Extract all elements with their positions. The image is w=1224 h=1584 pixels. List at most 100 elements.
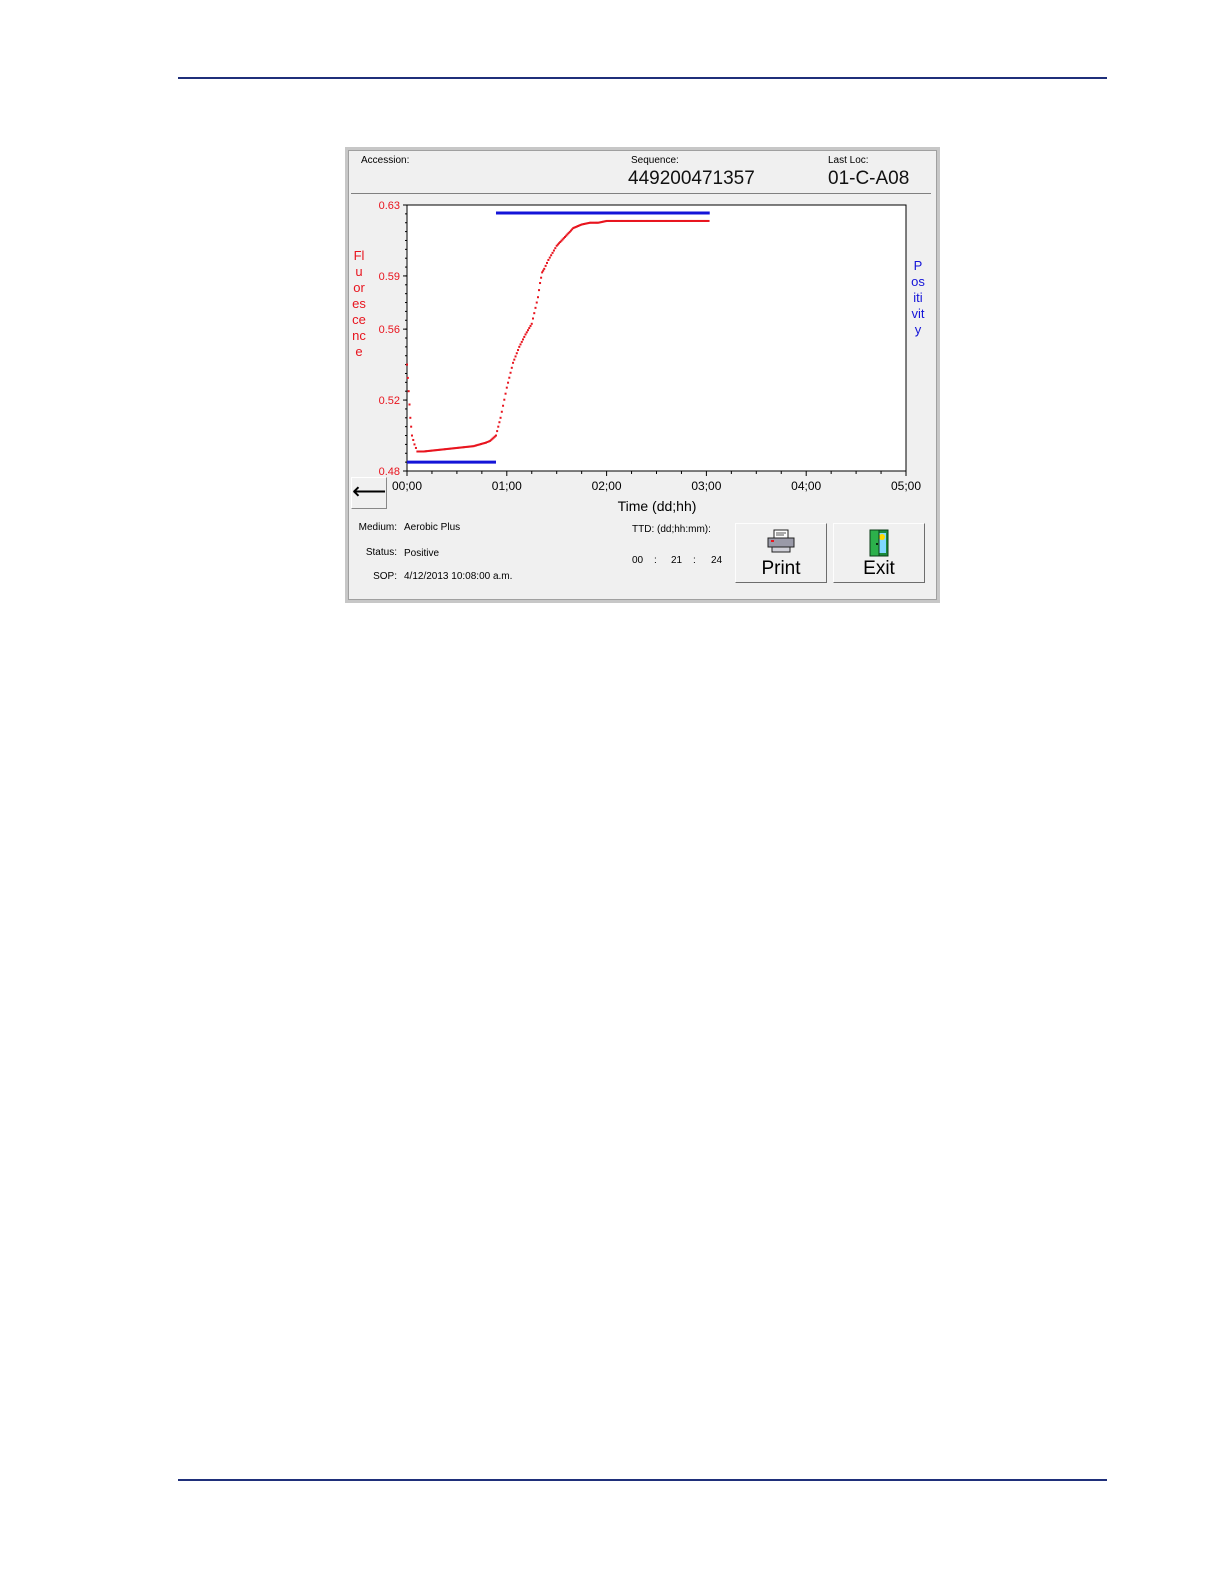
- fluorescence-point: [529, 324, 532, 327]
- fluorescence-point: [534, 306, 537, 309]
- fluorescence-point: [407, 390, 410, 393]
- fluorescence-point: [519, 343, 522, 346]
- x-tick-label: 04;00: [791, 479, 821, 493]
- fluorescence-point: [515, 352, 518, 355]
- exit-button[interactable]: Exit: [833, 523, 925, 583]
- ttd-label: TTD: (dd;hh:mm):: [632, 524, 711, 535]
- last-loc-label: Last Loc:: [828, 155, 869, 166]
- fluorescence-point: [551, 251, 554, 254]
- sequence-label: Sequence:: [631, 155, 679, 166]
- medium-label: Medium:: [358, 522, 397, 533]
- fluorescence-point: [540, 276, 543, 279]
- page-top-rule: [178, 77, 1107, 79]
- ttd-hours: 21: [671, 555, 683, 566]
- fluorescence-point: [524, 333, 527, 336]
- fluorescence-point: [494, 434, 497, 437]
- fluorescence-point: [412, 438, 415, 441]
- fluorescence-point: [545, 261, 548, 264]
- x-tick-label: 05;00: [891, 479, 921, 493]
- fluorescence-point: [497, 425, 500, 428]
- fluorescence-point: [507, 381, 510, 384]
- status-label: Status:: [365, 547, 397, 558]
- fluorescence-point: [504, 392, 507, 395]
- fluorescence-point: [410, 425, 413, 428]
- fluorescence-point: [517, 349, 520, 352]
- fluorescence-point: [528, 327, 531, 330]
- fluorescence-point: [548, 256, 551, 259]
- fluorescence-point: [533, 312, 536, 315]
- fluorescence-point: [406, 376, 409, 379]
- fluorescence-point: [522, 338, 525, 341]
- fluorescence-point: [514, 355, 517, 358]
- fluorescence-point: [406, 363, 408, 366]
- fluorescence-point: [539, 282, 542, 285]
- fluorescence-point: [543, 267, 546, 270]
- last-loc-value: 01-C-A08: [828, 168, 910, 189]
- y-tick-label: 0.59: [379, 271, 400, 283]
- accession-label: Accession:: [361, 155, 410, 166]
- fluorescence-point: [508, 376, 511, 379]
- fluorescence-point: [498, 421, 501, 424]
- fluorescence-point: [552, 249, 555, 252]
- x-tick-label: 00;00: [392, 479, 422, 493]
- printer-icon: [767, 529, 795, 553]
- fluorescence-point: [542, 269, 545, 272]
- fluorescence-point: [413, 443, 416, 446]
- ttd-minutes: 24: [711, 555, 723, 566]
- x-ticks: 00;00 01;00 02;00 03;00 04;00 05;00: [392, 471, 921, 493]
- medium-value: Aerobic Plus: [404, 522, 461, 533]
- fluorescence-point: [414, 446, 417, 449]
- fluorescence-point: [408, 403, 411, 406]
- fluorescence-point: [499, 416, 502, 419]
- fluorescence-point: [496, 430, 499, 433]
- y-tick-label: 0.63: [379, 200, 400, 212]
- fluorescence-point: [541, 271, 544, 274]
- fluorescence-point: [707, 219, 710, 222]
- fluorescence-point: [538, 289, 541, 292]
- fluorescence-point: [409, 416, 412, 419]
- plot-background: [406, 204, 907, 472]
- sop-value: 4/12/2013 10:08:00 a.m.: [404, 571, 513, 582]
- ttd-days: 00: [632, 555, 644, 566]
- fluorescence-point: [536, 296, 539, 299]
- fluorescence-point: [554, 247, 557, 250]
- sequence-value: 449200471357: [628, 168, 755, 189]
- bottle-graph-window: Accession: Sequence: 449200471357 Last L…: [345, 147, 940, 603]
- fluorescence-point: [523, 335, 526, 338]
- ttd-separator: :: [693, 555, 696, 566]
- fluorescence-point: [500, 410, 503, 413]
- fluorescence-point: [512, 361, 515, 364]
- y-tick-label: 0.56: [379, 324, 400, 336]
- back-button[interactable]: ⟵: [351, 477, 387, 509]
- fluorescence-point: [550, 254, 553, 257]
- x-tick-label: 01;00: [492, 479, 522, 493]
- status-value: Positive: [404, 548, 440, 559]
- y-tick-label: 0.52: [379, 395, 400, 407]
- fluorescence-point: [518, 345, 521, 348]
- x-tick-label: 02;00: [592, 479, 622, 493]
- print-button-label: Print: [761, 558, 801, 579]
- exit-door-icon: [869, 529, 889, 557]
- fluorescence-point: [502, 404, 505, 407]
- chart-canvas: 0.480.520.560.590.63 00;00 01;00 02;00 03;0…: [379, 200, 922, 514]
- fluorescence-point: [410, 434, 413, 437]
- x-tick-label: 03;00: [691, 479, 721, 493]
- left-arrow-icon: ⟵: [352, 478, 387, 505]
- fluorescence-point: [547, 258, 550, 261]
- fluorescence-point: [544, 264, 547, 267]
- fluorescence-point: [535, 301, 538, 304]
- fluorescence-point: [505, 386, 508, 389]
- sop-label: SOP:: [373, 571, 397, 582]
- fluorescence-point: [531, 317, 534, 320]
- fluorescence-point: [527, 329, 530, 332]
- exit-button-label: Exit: [863, 558, 895, 579]
- y-ticks: 0.480.520.560.590.63: [379, 200, 407, 478]
- fluorescence-point: [513, 358, 516, 361]
- print-button[interactable]: Print: [735, 523, 827, 583]
- page-bottom-rule: [178, 1479, 1107, 1481]
- ttd-separator: :: [654, 555, 657, 566]
- fluorescence-point: [509, 371, 512, 374]
- fluorescence-point: [503, 398, 506, 401]
- fluorescence-point: [510, 366, 513, 369]
- fluorescence-chart: Fluorescence Positivity 0.48 0.52 0.56 0.59…: [348, 194, 937, 516]
